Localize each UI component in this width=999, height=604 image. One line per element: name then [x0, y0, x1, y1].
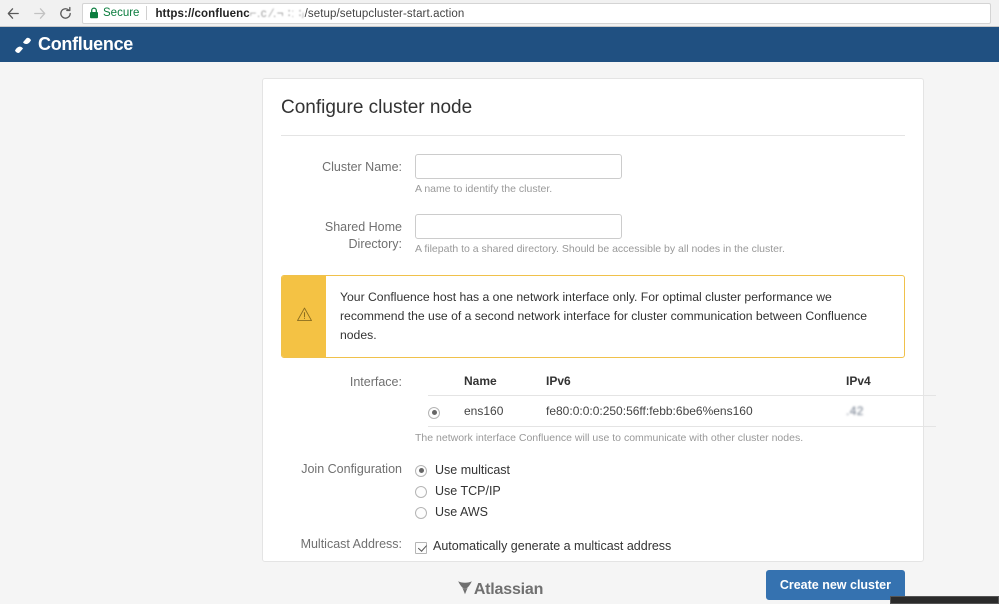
shared-home-input[interactable] — [415, 214, 622, 239]
warning-banner-wrapper: Your Confluence host has a one network i… — [263, 275, 923, 358]
configure-cluster-card: Configure cluster node Cluster Name: A n… — [262, 78, 936, 600]
atlassian-logo-text: Atlassian — [473, 580, 544, 598]
lock-icon — [89, 7, 99, 19]
reload-icon — [58, 6, 73, 21]
join-option-tcpip-radio[interactable] — [415, 485, 427, 498]
warning-triangle-icon — [296, 306, 313, 328]
app-header: Confluence — [0, 27, 999, 62]
url-host: https://confluenc — [155, 8, 250, 20]
cluster-name-hint: A name to identify the cluster. — [415, 183, 553, 195]
address-bar[interactable]: Secure https://confluenc⌐.c ⁄.¬ ∶ː ∶ⱼ/se… — [82, 2, 991, 24]
confluence-brand[interactable]: Confluence — [12, 34, 133, 55]
join-option-aws-radio[interactable] — [415, 506, 427, 519]
field-row-shared-home: Shared Home Directory: A filepath to a s… — [281, 214, 905, 256]
warning-text: Your Confluence host has a one network i… — [340, 290, 868, 342]
interface-col-ipv6: IPv6 — [546, 374, 846, 396]
join-option-multicast[interactable]: Use multicast — [415, 459, 905, 480]
cluster-name-input[interactable] — [415, 154, 622, 179]
interface-table-header-row: Name IPv6 IPv4 — [428, 374, 936, 396]
multicast-auto-generate-option[interactable]: Automatically generate a multicast addre… — [415, 535, 905, 556]
join-option-tcpip-label: Use TCP/IP — [435, 483, 501, 498]
back-button[interactable] — [0, 0, 26, 26]
interface-name-cell: ens160 — [464, 395, 546, 427]
multicast-auto-generate-label: Automatically generate a multicast addre… — [433, 538, 672, 553]
atlassian-footer-logo: Atlassian — [456, 578, 543, 601]
brand-text: Confluence — [38, 34, 134, 54]
join-configuration-label: Join Configuration — [301, 462, 402, 476]
join-option-multicast-label: Use multicast — [435, 462, 511, 477]
interface-col-select — [428, 374, 464, 396]
field-row-multicast-address: Multicast Address: Automatically generat… — [281, 535, 905, 556]
cluster-name-label: Cluster Name: — [322, 160, 402, 174]
interface-hint: The network interface Confluence will us… — [415, 432, 804, 444]
browser-toolbar: Secure https://confluenc⌐.c ⁄.¬ ∶ː ∶ⱼ/se… — [0, 0, 999, 27]
interface-ipv6-cell: fe80:0:0:0:250:56ff:febb:6be6%ens160 — [546, 395, 846, 427]
page-footer: Atlassian — [0, 578, 999, 601]
forward-button[interactable] — [26, 0, 52, 26]
join-option-aws-label: Use AWS — [435, 504, 489, 519]
join-option-tcpip[interactable]: Use TCP/IP — [415, 480, 905, 501]
interface-table: Name IPv6 IPv4 ens160 fe80:0:0:0:250:56f… — [428, 374, 936, 427]
table-row[interactable]: ens160 fe80:0:0:0:250:56ff:febb:6be6%ens… — [428, 395, 936, 427]
field-row-cluster-name: Cluster Name: A name to identify the clu… — [281, 154, 905, 196]
atlassian-confluence-logo-icon — [12, 35, 34, 55]
cluster-form: Cluster Name: A name to identify the clu… — [263, 154, 923, 256]
forward-arrow-icon — [32, 6, 47, 21]
interface-label: Interface: — [349, 375, 402, 389]
multicast-auto-generate-checkbox[interactable] — [415, 541, 427, 554]
multicast-address-label: Multicast Address: — [300, 537, 402, 551]
url-path: /setup/setupcluster-start.action — [304, 8, 465, 20]
join-option-aws[interactable]: Use AWS — [415, 501, 905, 522]
reload-button[interactable] — [52, 0, 78, 26]
title-divider — [281, 135, 905, 136]
shared-home-label: Shared Home Directory: — [324, 220, 402, 251]
join-configuration-options: Use multicast Use TCP/IP Use AWS — [415, 459, 905, 522]
interface-ipv4-redacted-value: .42 — [846, 404, 864, 418]
field-row-interface: Interface: Name IPv6 IPv4 ens160 fe80:0:… — [281, 374, 936, 445]
warning-icon-column — [282, 276, 326, 357]
field-row-join-configuration: Join Configuration Use multicast Use TCP… — [281, 459, 905, 522]
url-redacted-segment: ⌐.c ⁄.¬ ∶ː ∶ⱼ — [249, 8, 305, 20]
back-arrow-icon — [6, 6, 21, 21]
url-text: https://confluenc⌐.c ⁄.¬ ∶ː ∶ⱼ/setup/set… — [155, 6, 464, 20]
secure-label: Secure — [103, 7, 140, 19]
interface-col-name: Name — [464, 374, 546, 396]
atlassian-logo-icon — [456, 578, 474, 601]
network-warning-banner: Your Confluence host has a one network i… — [281, 275, 905, 358]
interface-select-radio[interactable] — [428, 406, 440, 419]
page-title: Configure cluster node — [281, 97, 473, 118]
shared-home-hint: A filepath to a shared directory. Should… — [415, 243, 785, 255]
omnibox-divider — [146, 6, 148, 20]
interface-col-ipv4: IPv4 — [846, 374, 936, 396]
interface-ipv4-cell: .42 — [846, 395, 936, 427]
bottom-edge-strip — [890, 596, 999, 604]
join-option-multicast-radio[interactable] — [415, 464, 427, 477]
